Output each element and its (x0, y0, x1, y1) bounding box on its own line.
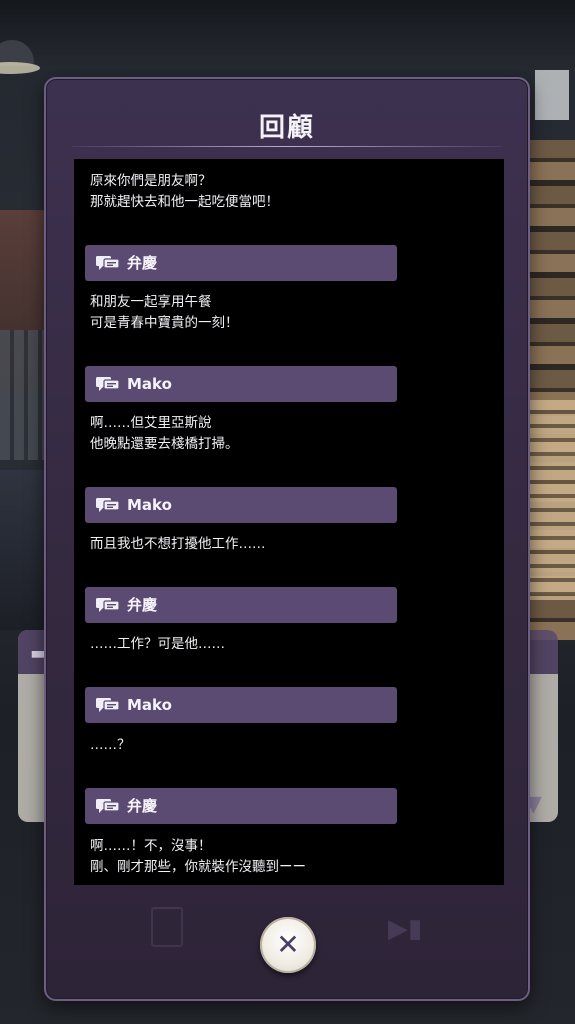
speaker-name: 弁慶 (127, 596, 158, 614)
left-floor (0, 470, 48, 630)
speaker-name: Mako (127, 696, 172, 714)
log-entry: 啊……但艾里亞斯說 他晚點還要去棧橋打掃。 (74, 413, 504, 455)
speaker-name: Mako (127, 375, 172, 393)
title-divider (72, 146, 502, 147)
chat-bubble-icon (96, 498, 120, 512)
log-line: 那就趕快去和他一起吃便當吧！ (90, 194, 279, 210)
speaker-name: 弁慶 (127, 254, 158, 272)
log-line: 啊……但艾里亞斯說 (90, 415, 212, 431)
log-entry: ……？ (74, 735, 504, 756)
log-line: 而且我也不想打擾他工作…… (90, 536, 266, 552)
chat-bubble-icon (96, 256, 120, 270)
log-line: 可是青春中寶貴的一刻！ (90, 315, 239, 331)
log-entry: 而且我也不想打擾他工作…… (74, 534, 504, 555)
speaker-bar: 弁慶 (85, 245, 397, 281)
speaker-bar: Mako (85, 487, 397, 523)
left-shelf-lower (0, 330, 48, 460)
backlog-panel: 回顧 原來你們是朋友啊？ 那就趕快去和他一起吃便當吧！ 弁慶 和朋友一起享用午餐… (44, 77, 530, 1001)
faded-skip-icon: ▶▮ (388, 914, 423, 944)
backlog-log[interactable]: 原來你們是朋友啊？ 那就趕快去和他一起吃便當吧！ 弁慶 和朋友一起享用午餐 可是… (74, 159, 504, 885)
close-icon: ✕ (276, 928, 300, 961)
log-entry: 原來你們是朋友啊？ 那就趕快去和他一起吃便當吧！ (74, 171, 504, 213)
backlog-title: 回顧 (258, 113, 315, 143)
log-line: 啊……！不，沒事！ (90, 838, 212, 854)
right-wall-sign (535, 70, 569, 120)
speaker-name: 弁慶 (127, 797, 158, 815)
faded-document-icon (151, 907, 183, 947)
chat-bubble-icon (96, 698, 120, 712)
log-line: 剛、剛才那些，你就裝作沒聽到ーー (90, 859, 306, 875)
log-entry: ……工作？可是他…… (74, 634, 504, 655)
speaker-name: Mako (127, 496, 172, 514)
chat-bubble-icon (96, 377, 120, 391)
chat-bubble-icon (96, 598, 120, 612)
ceiling-beam (0, 0, 575, 70)
log-entry: 啊……！不，沒事！ 剛、剛才那些，你就裝作沒聽到ーー (74, 836, 504, 878)
log-line: 和朋友一起享用午餐 (90, 294, 212, 310)
speaker-bar: 弁慶 (85, 587, 397, 623)
close-button[interactable]: ✕ (260, 917, 316, 973)
right-shelf-boxes (523, 400, 575, 600)
log-entry: 和朋友一起享用午餐 可是青春中寶貴的一刻！ (74, 292, 504, 334)
log-line: ……工作？可是他…… (90, 636, 225, 652)
chat-bubble-icon (96, 799, 120, 813)
log-line: 他晚點還要去棧橋打掃。 (90, 436, 239, 452)
speaker-bar: Mako (85, 366, 397, 402)
speaker-bar: Mako (85, 687, 397, 723)
log-line: 原來你們是朋友啊？ (90, 173, 212, 189)
log-line: ……？ (90, 737, 131, 753)
speaker-bar: 弁慶 (85, 788, 397, 824)
